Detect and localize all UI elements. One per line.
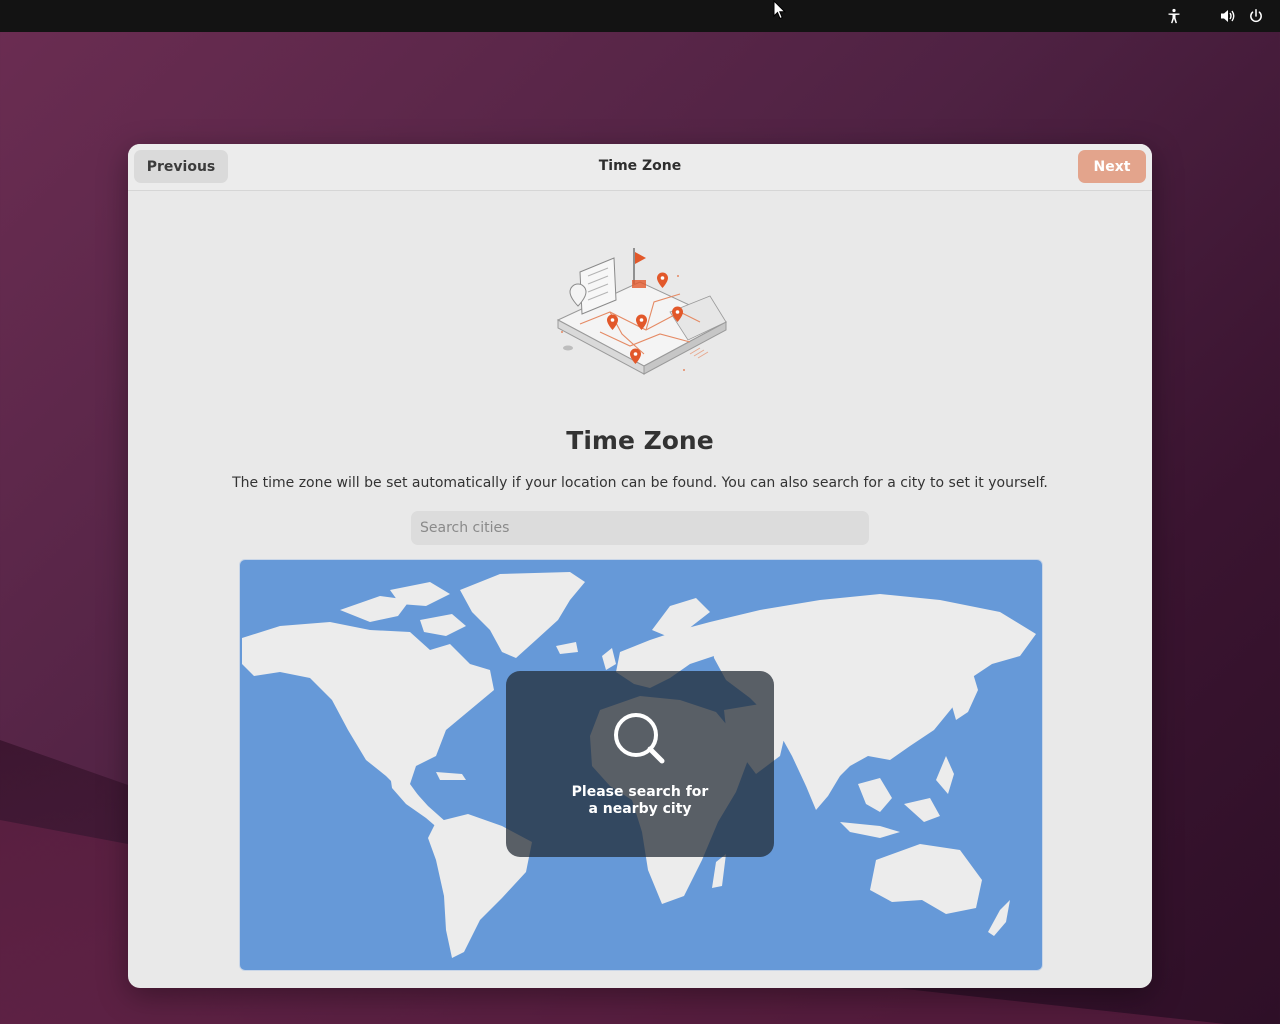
page-description: The time zone will be set automatically …	[232, 475, 1048, 491]
world-map[interactable]: Please search for a nearby city	[239, 559, 1043, 971]
search-hint-overlay: Please search for a nearby city	[506, 671, 774, 857]
window-title: Time Zone	[598, 158, 682, 174]
accessibility-icon[interactable]	[1164, 6, 1184, 26]
top-panel	[0, 0, 1280, 32]
header-bar: Previous Time Zone Next	[128, 144, 1152, 191]
search-cities-input[interactable]: Search cities	[411, 511, 869, 545]
search-hint-line2: a nearby city	[588, 801, 692, 817]
setup-window: Previous Time Zone Next Time Zone The ti…	[128, 144, 1152, 988]
search-hint-line1: Please search for	[571, 784, 709, 800]
power-icon[interactable]	[1246, 6, 1266, 26]
volume-icon[interactable]	[1218, 6, 1238, 26]
search-icon	[614, 713, 665, 764]
mouse-cursor-icon	[773, 0, 787, 20]
search-hint-text: Please search for a nearby city	[506, 784, 774, 818]
next-button[interactable]: Next	[1078, 150, 1146, 183]
page-heading: Time Zone	[566, 426, 714, 455]
map-illustration	[556, 248, 728, 375]
